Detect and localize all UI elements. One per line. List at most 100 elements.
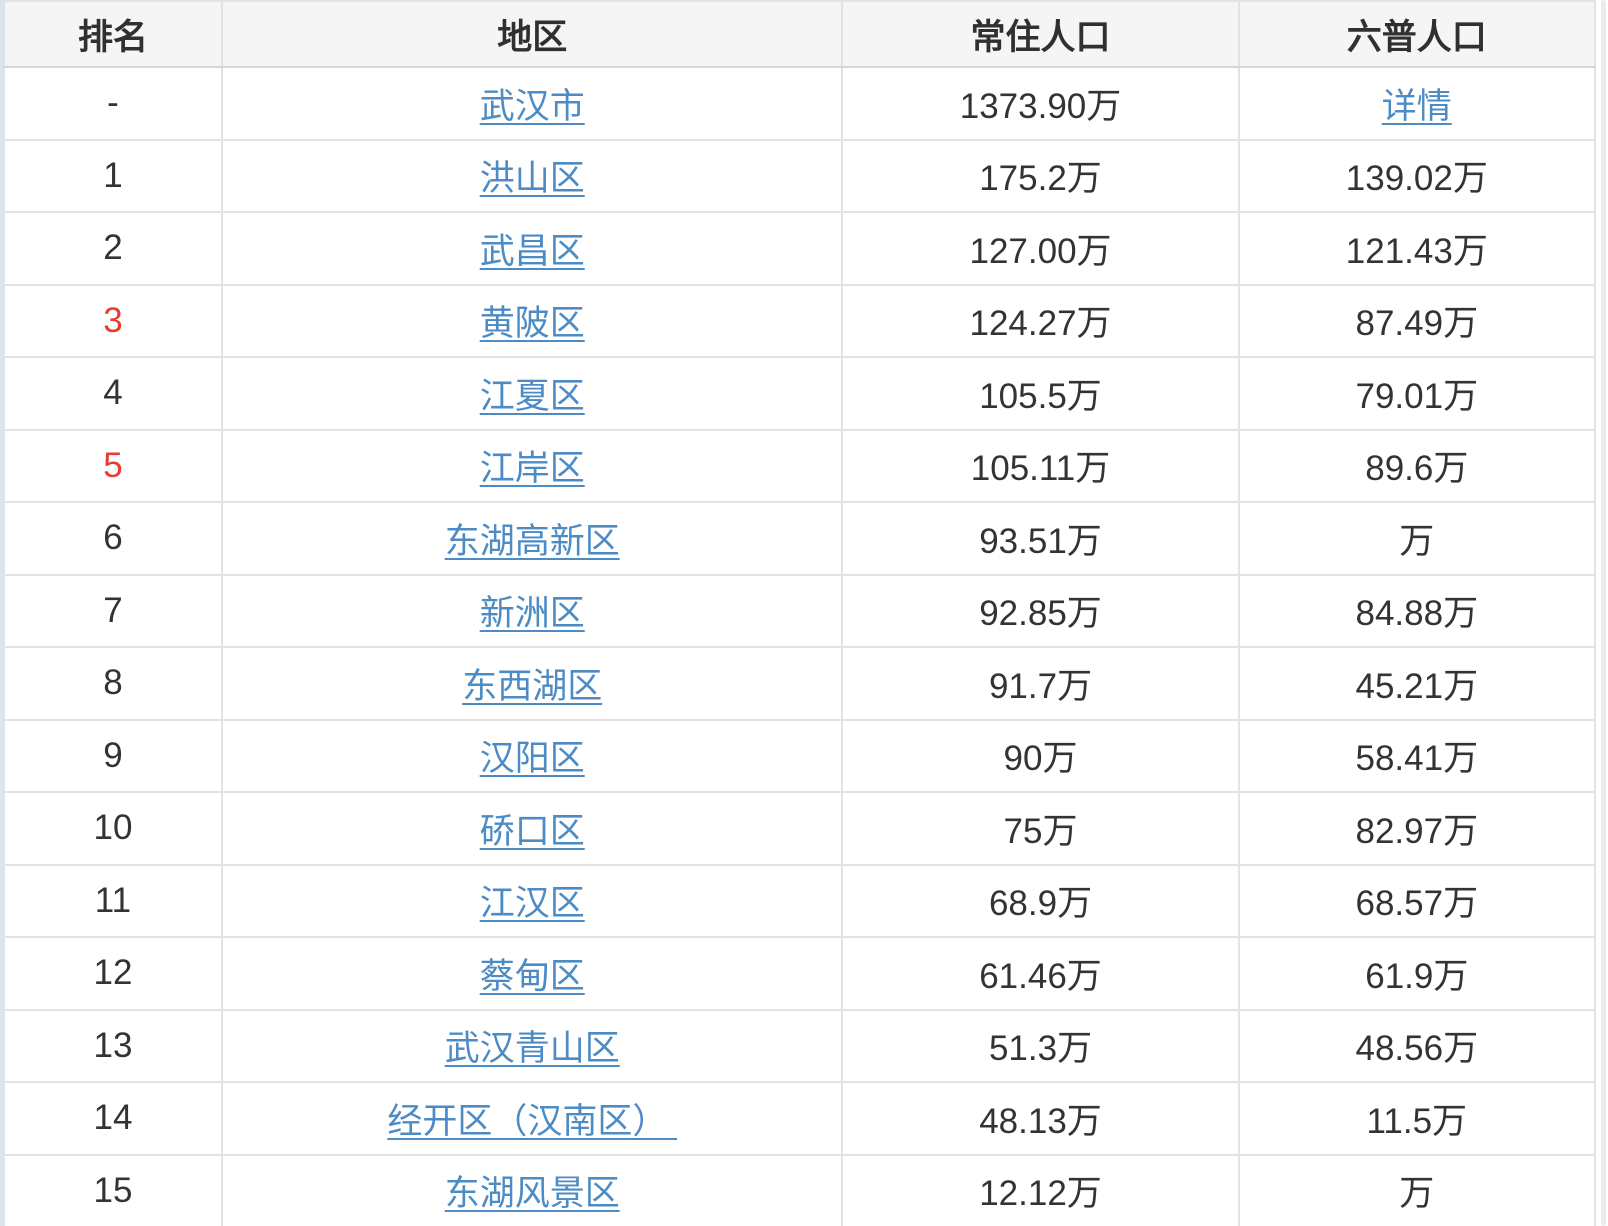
resident-population-value: 93.51万 <box>979 522 1102 561</box>
region-link[interactable]: 新洲区 <box>480 594 585 633</box>
census6-population-cell: 82.97万 <box>1239 792 1595 865</box>
census6-population-cell: 89.6万 <box>1239 430 1595 503</box>
census6-population-value: 万 <box>1399 522 1434 561</box>
region-link[interactable]: 江夏区 <box>480 377 585 416</box>
region-cell: 武昌区 <box>222 212 842 285</box>
region-link[interactable]: 硚口区 <box>480 812 585 851</box>
table-row: 4 江夏区 105.5万 79.01万 <box>4 357 1595 430</box>
region-link[interactable]: 东湖高新区 <box>445 522 620 561</box>
header-row: 排名 地区 常住人口 六普人口 <box>4 1 1595 67</box>
rank-cell: 1 <box>4 140 222 213</box>
census6-population-value: 89.6万 <box>1365 449 1468 488</box>
column-header-rank: 排名 <box>4 1 222 67</box>
rank-cell: 7 <box>4 575 222 648</box>
region-cell: 东西湖区 <box>222 647 842 720</box>
census6-population-value: 61.9万 <box>1365 957 1468 996</box>
table-row: 9 汉阳区 90万 58.41万 <box>4 720 1595 793</box>
census6-population-cell: 详情 <box>1239 67 1595 140</box>
region-link[interactable]: 黄陂区 <box>480 304 585 343</box>
region-link[interactable]: 武汉青山区 <box>445 1029 620 1068</box>
table-row: 15 东湖风景区 12.12万 万 <box>4 1155 1595 1226</box>
resident-population-cell: 51.3万 <box>842 1010 1238 1083</box>
region-link[interactable]: 蔡甸区 <box>480 957 585 996</box>
resident-population-cell: 68.9万 <box>842 865 1238 938</box>
region-link[interactable]: 洪山区 <box>480 159 585 198</box>
table-row: 8 东西湖区 91.7万 45.21万 <box>4 647 1595 720</box>
resident-population-value: 127.00万 <box>969 232 1111 271</box>
census6-population-value: 11.5万 <box>1367 1102 1468 1141</box>
census6-population-cell: 11.5万 <box>1239 1082 1595 1155</box>
resident-population-cell: 61.46万 <box>842 937 1238 1010</box>
region-link[interactable]: 武昌区 <box>480 232 585 271</box>
census6-population-cell: 61.9万 <box>1239 937 1595 1010</box>
region-cell: 黄陂区 <box>222 285 842 358</box>
rank-cell: 10 <box>4 792 222 865</box>
region-link[interactable]: 武汉市 <box>480 87 585 126</box>
rank-value: 2 <box>103 228 122 267</box>
table-row: 3 黄陂区 124.27万 87.49万 <box>4 285 1595 358</box>
region-link[interactable]: 江岸区 <box>480 449 585 488</box>
region-cell: 洪山区 <box>222 140 842 213</box>
table-row: 10 硚口区 75万 82.97万 <box>4 792 1595 865</box>
resident-population-value: 90万 <box>1004 739 1078 778</box>
region-link[interactable]: 经开区（汉南区） <box>387 1102 677 1141</box>
table-header: 排名 地区 常住人口 六普人口 <box>4 1 1595 67</box>
population-table: 排名 地区 常住人口 六普人口 - 武汉市 1373.90万 详情 1 洪山区 … <box>3 0 1596 1226</box>
rank-value: - <box>107 83 119 122</box>
resident-population-cell: 124.27万 <box>842 285 1238 358</box>
region-link[interactable]: 汉阳区 <box>480 739 585 778</box>
region-link[interactable]: 江汉区 <box>480 884 585 923</box>
resident-population-cell: 175.2万 <box>842 140 1238 213</box>
resident-population-value: 92.85万 <box>979 594 1102 633</box>
table-row: 5 江岸区 105.11万 89.6万 <box>4 430 1595 503</box>
rank-value: 13 <box>94 1026 133 1065</box>
rank-value: 9 <box>103 736 122 775</box>
census6-population-value: 58.41万 <box>1356 739 1479 778</box>
region-cell: 江汉区 <box>222 865 842 938</box>
resident-population-cell: 105.11万 <box>842 430 1238 503</box>
resident-population-value: 124.27万 <box>969 304 1111 343</box>
resident-population-value: 1373.90万 <box>960 87 1122 126</box>
resident-population-cell: 105.5万 <box>842 357 1238 430</box>
column-header-region: 地区 <box>222 1 842 67</box>
rank-value: 5 <box>103 446 122 485</box>
census6-population-value: 82.97万 <box>1356 812 1479 851</box>
table-row: 11 江汉区 68.9万 68.57万 <box>4 865 1595 938</box>
region-cell: 江岸区 <box>222 430 842 503</box>
census6-population-cell: 121.43万 <box>1239 212 1595 285</box>
scrollbar-track[interactable] <box>1601 0 1606 1226</box>
rank-value: 4 <box>103 373 122 412</box>
region-link[interactable]: 东西湖区 <box>462 667 602 706</box>
table-row: 1 洪山区 175.2万 139.02万 <box>4 140 1595 213</box>
table-row: 12 蔡甸区 61.46万 61.9万 <box>4 937 1595 1010</box>
census6-population-value: 87.49万 <box>1356 304 1479 343</box>
census6-population-cell: 万 <box>1239 1155 1595 1226</box>
census6-population-value: 68.57万 <box>1356 884 1479 923</box>
table-row: 13 武汉青山区 51.3万 48.56万 <box>4 1010 1595 1083</box>
census-detail-link[interactable]: 详情 <box>1382 87 1452 126</box>
census6-population-value: 79.01万 <box>1356 377 1479 416</box>
region-link[interactable]: 东湖风景区 <box>445 1174 620 1213</box>
rank-cell: 11 <box>4 865 222 938</box>
census6-population-cell: 68.57万 <box>1239 865 1595 938</box>
rank-value: 15 <box>94 1171 133 1210</box>
resident-population-value: 105.11万 <box>971 449 1110 488</box>
region-cell: 武汉青山区 <box>222 1010 842 1083</box>
resident-population-cell: 48.13万 <box>842 1082 1238 1155</box>
census6-population-value: 84.88万 <box>1356 594 1479 633</box>
resident-population-cell: 12.12万 <box>842 1155 1238 1226</box>
rank-value: 6 <box>103 518 122 557</box>
table-row: 7 新洲区 92.85万 84.88万 <box>4 575 1595 648</box>
resident-population-cell: 91.7万 <box>842 647 1238 720</box>
rank-cell: 6 <box>4 502 222 575</box>
resident-population-value: 175.2万 <box>979 159 1102 198</box>
resident-population-cell: 93.51万 <box>842 502 1238 575</box>
census6-population-value: 45.21万 <box>1356 667 1479 706</box>
rank-cell: 4 <box>4 357 222 430</box>
rank-value: 8 <box>103 663 122 702</box>
census6-population-cell: 84.88万 <box>1239 575 1595 648</box>
resident-population-value: 12.12万 <box>979 1174 1102 1213</box>
region-cell: 东湖高新区 <box>222 502 842 575</box>
page: 排名 地区 常住人口 六普人口 - 武汉市 1373.90万 详情 1 洪山区 … <box>0 0 1608 1226</box>
resident-population-value: 51.3万 <box>989 1029 1092 1068</box>
